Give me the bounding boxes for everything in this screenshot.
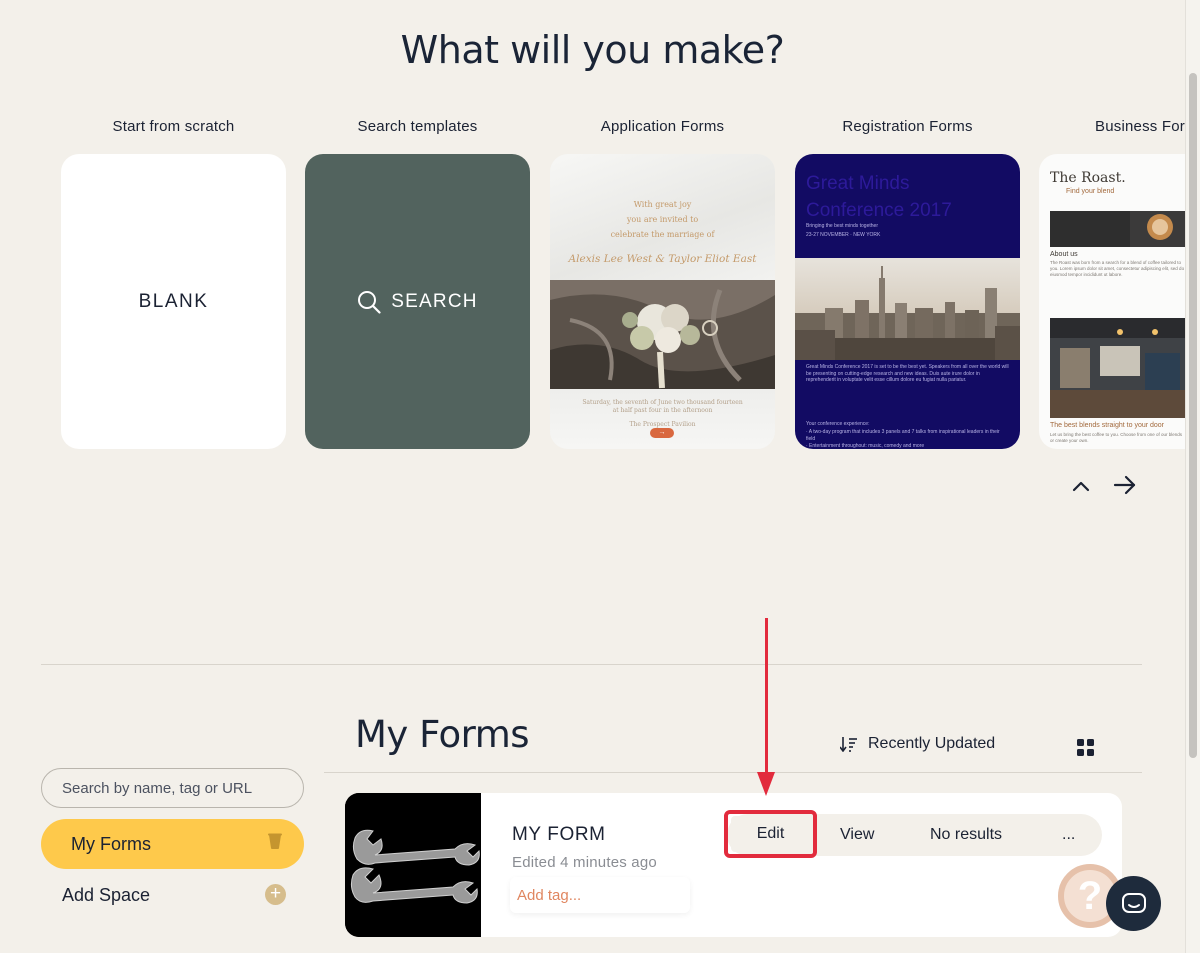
blank-card[interactable]: BLANK <box>61 154 286 449</box>
template-label: Business Forms <box>1095 118 1185 135</box>
add-tag-input[interactable]: Add tag... <box>510 877 690 913</box>
template-label: Start from scratch <box>112 118 235 135</box>
sort-icon <box>840 737 857 752</box>
preview-text: · A two-day program that includes 3 pane… <box>806 429 1000 442</box>
template-label: Search templates <box>357 118 478 135</box>
preview-text: at half past four in the afternoon <box>612 407 713 414</box>
add-space-button[interactable]: Add Space + <box>41 880 304 910</box>
more-options-button[interactable]: ... <box>1062 814 1075 856</box>
trash-icon[interactable] <box>268 833 282 850</box>
city-skyline-photo <box>795 258 1020 360</box>
edit-button[interactable]: Edit <box>731 816 810 852</box>
template-label: Application Forms <box>600 118 725 135</box>
add-space-label: Add Space <box>62 884 151 905</box>
form-name[interactable]: MY FORM <box>512 824 606 846</box>
preview-text: · Entertainment throughout: music, comed… <box>806 443 925 449</box>
preview-text: Bringing the best minds together <box>806 223 878 229</box>
bouquet-photo <box>550 280 775 389</box>
preview-text: Your conference experience: <box>806 421 870 427</box>
view-button[interactable]: View <box>840 814 874 856</box>
preview-text: Find your blend <box>1066 188 1115 195</box>
section-divider <box>41 664 1142 665</box>
my-forms-title: My Forms <box>355 713 530 756</box>
sort-dropdown[interactable]: Recently Updated <box>840 735 995 753</box>
template-search: Search templates SEARCH <box>305 118 530 449</box>
preview-text: you are invited to <box>626 215 699 224</box>
preview-text: The Prospect Pavilion <box>629 421 696 428</box>
cafe-photo <box>1050 318 1185 418</box>
registration-forms-card[interactable]: Great Minds Conference 2017 Bringing the… <box>795 154 1020 449</box>
chat-button[interactable] <box>1106 876 1161 931</box>
page-hero-title: What will you make? <box>400 28 785 72</box>
sidebar-item-label: My Forms <box>71 833 151 854</box>
annotation-arrow <box>765 618 768 780</box>
arrow-right-icon[interactable] <box>1112 472 1138 498</box>
preview-names: Alexis Lee West & Taylor Eliot East <box>568 253 757 265</box>
preview-text: 23-27 NOVEMBER · NEW YORK <box>806 232 881 238</box>
coffee-photo <box>1050 211 1185 247</box>
application-forms-card[interactable]: With great joy you are invited to celebr… <box>550 154 775 449</box>
template-application-forms: Application Forms With great joy you are… <box>550 118 775 449</box>
template-business-forms: Business Forms The Roast. Find your blen… <box>1039 118 1185 449</box>
form-row[interactable]: MY FORM Edited 4 minutes ago Add tag... … <box>345 793 1122 937</box>
page-scrollbar[interactable] <box>1185 0 1200 953</box>
preview-text: Let us bring the best coffee to you. Cho… <box>1050 432 1183 443</box>
form-edited-time: Edited 4 minutes ago <box>512 854 657 871</box>
plus-icon[interactable]: + <box>265 884 286 905</box>
results-button[interactable]: No results <box>930 814 1002 856</box>
preview-text: With great joy <box>633 200 692 209</box>
annotation-arrow-head <box>757 772 775 796</box>
grid-view-icon[interactable] <box>1077 739 1094 756</box>
preview-heading: The best blends straight to your door <box>1050 422 1165 429</box>
search-card-text: SEARCH <box>391 290 478 312</box>
search-icon <box>358 290 381 314</box>
preview-brand: The Roast. <box>1050 170 1126 186</box>
business-forms-card[interactable]: The Roast. Find your blend About us The … <box>1039 154 1185 449</box>
sort-label: Recently Updated <box>868 735 996 752</box>
chat-icon <box>1121 892 1146 913</box>
preview-title: Great Minds Conference 2017 <box>806 173 952 221</box>
chevron-up-icon[interactable] <box>1070 472 1092 498</box>
preview-heading: About us <box>1050 251 1078 258</box>
scrollbar-thumb[interactable] <box>1189 73 1197 758</box>
carousel-controls <box>1070 472 1138 498</box>
preview-arrow-button: → <box>650 428 674 438</box>
form-thumbnail-wrenches <box>345 793 481 937</box>
search-forms-input[interactable] <box>41 768 304 808</box>
preview-text: celebrate the marriage of <box>610 230 715 239</box>
template-label: Registration Forms <box>842 118 973 135</box>
preview-text: Saturday, the seventh of June two thousa… <box>582 399 743 406</box>
template-registration-forms: Registration Forms Great Minds Conferenc… <box>795 118 1020 449</box>
forms-divider <box>324 772 1142 773</box>
preview-text: Great Minds Conference 2017 is set to be… <box>806 364 1009 383</box>
preview-text: The Roast was born from a search for a b… <box>1050 260 1185 277</box>
sidebar-item-my-forms[interactable]: My Forms <box>41 819 304 869</box>
blank-card-text: BLANK <box>138 290 209 312</box>
search-templates-card[interactable]: SEARCH <box>305 154 530 449</box>
template-blank: Start from scratch BLANK <box>61 118 286 449</box>
